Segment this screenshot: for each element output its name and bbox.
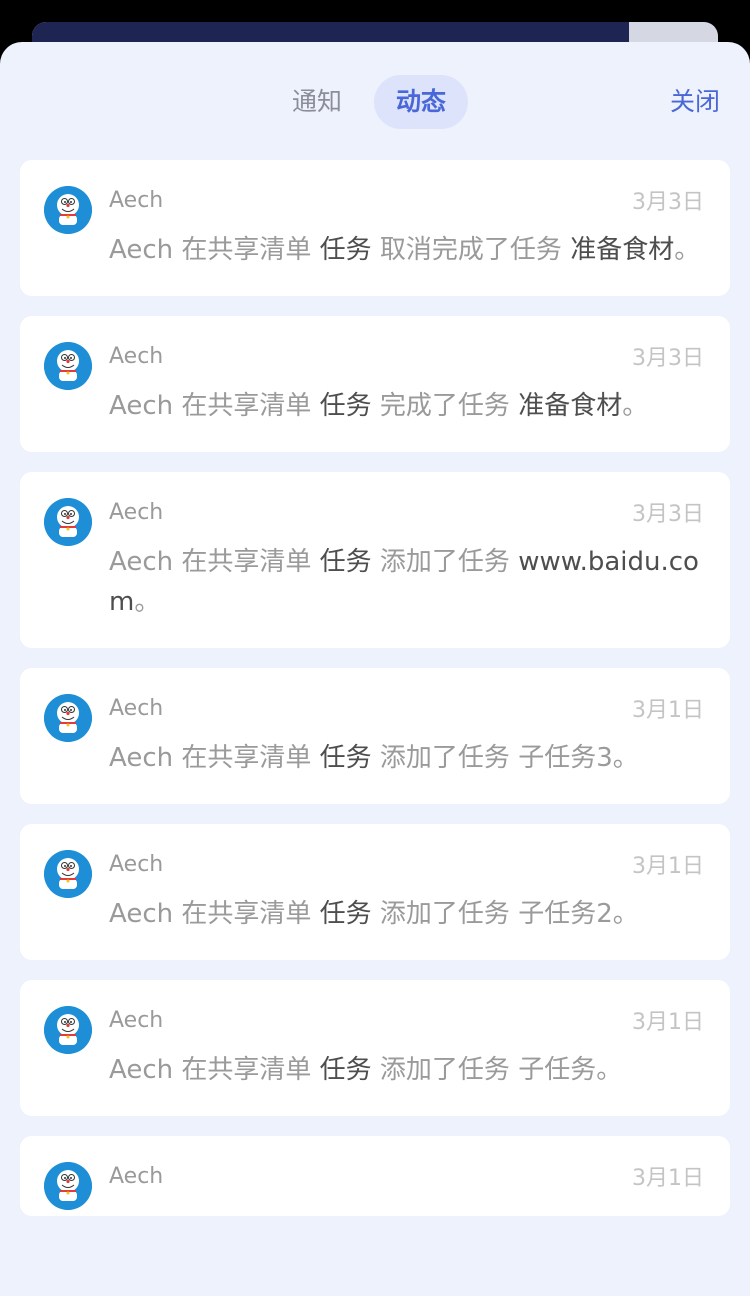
activity-message: Aech 在共享清单 任务 添加了任务 子任务。 xyxy=(109,1050,704,1090)
card-header-row: Aech 3月1日 xyxy=(109,1006,704,1036)
user-name: Aech xyxy=(109,1163,164,1189)
activity-card[interactable]: Aech 3月3日 Aech 在共享清单 任务 完成了任务 准备食材。 xyxy=(20,316,730,452)
activity-feed-list: Aech 3月3日 Aech 在共享清单 任务 取消完成了任务 准备食材。 Aech 3… xyxy=(20,160,730,1236)
card-header-row: Aech 3月3日 xyxy=(109,498,704,528)
user-name: Aech xyxy=(109,343,164,369)
activity-card[interactable]: Aech 3月1日 Aech 在共享清单 任务 添加了任务 子任务。 xyxy=(20,980,730,1116)
avatar xyxy=(44,1006,92,1054)
card-header-row: Aech 3月1日 xyxy=(109,850,704,880)
message-highlight: 任务 xyxy=(319,743,372,773)
message-text: 取消完成了任务 xyxy=(371,235,571,265)
user-name: Aech xyxy=(109,851,164,877)
activity-card[interactable]: Aech 3月1日 xyxy=(20,1136,730,1216)
message-text: 完成了任务 xyxy=(371,391,519,421)
message-text: Aech 在共享清单 xyxy=(109,391,320,421)
message-text: 子任务 xyxy=(518,1055,597,1085)
message-text: 。 xyxy=(612,899,639,929)
message-text: 。 xyxy=(674,235,701,265)
activity-date: 3月1日 xyxy=(632,1166,704,1191)
activity-date: 3月1日 xyxy=(632,1010,704,1035)
avatar xyxy=(44,1162,92,1210)
user-name: Aech xyxy=(109,499,164,525)
activity-message: Aech 在共享清单 任务 添加了任务 子任务3。 xyxy=(109,738,704,778)
message-text: 。 xyxy=(622,391,649,421)
activity-date: 3月1日 xyxy=(632,698,704,723)
message-text: 添加了任务 xyxy=(371,547,519,577)
avatar xyxy=(44,694,92,742)
message-highlight: 任务 xyxy=(319,1055,372,1085)
message-text: Aech 在共享清单 xyxy=(109,235,320,265)
message-text: 添加了任务 xyxy=(371,1055,519,1085)
message-text: 添加了任务 xyxy=(371,899,519,929)
message-text: Aech 在共享清单 xyxy=(109,899,320,929)
avatar xyxy=(44,186,92,234)
message-highlight: 任务 xyxy=(319,235,372,265)
message-text: 。 xyxy=(596,1055,623,1085)
card-header-row: Aech 3月1日 xyxy=(109,694,704,724)
avatar xyxy=(44,342,92,390)
activity-date: 3月3日 xyxy=(632,346,704,371)
card-header-row: Aech 3月1日 xyxy=(109,1162,704,1192)
activity-card[interactable]: Aech 3月1日 Aech 在共享清单 任务 添加了任务 子任务3。 xyxy=(20,668,730,804)
message-text: 。 xyxy=(612,743,639,773)
activity-message: Aech 在共享清单 任务 取消完成了任务 准备食材。 xyxy=(109,230,704,270)
avatar xyxy=(44,498,92,546)
activity-message: Aech 在共享清单 任务 完成了任务 准备食材。 xyxy=(109,386,704,426)
user-name: Aech xyxy=(109,187,164,213)
user-name: Aech xyxy=(109,695,164,721)
activity-date: 3月1日 xyxy=(632,854,704,879)
message-text: Aech 在共享清单 xyxy=(109,1055,320,1085)
activity-date: 3月3日 xyxy=(632,190,704,215)
message-text: 子任务2 xyxy=(518,899,613,929)
close-button[interactable]: 关闭 xyxy=(670,82,720,118)
message-text: Aech 在共享清单 xyxy=(109,743,320,773)
message-text: 添加了任务 xyxy=(371,743,519,773)
message-highlight: 任务 xyxy=(319,547,372,577)
card-header-row: Aech 3月3日 xyxy=(109,186,704,216)
card-header-row: Aech 3月3日 xyxy=(109,342,704,372)
message-highlight: 任务 xyxy=(319,899,372,929)
message-text: 子任务3 xyxy=(518,743,613,773)
activity-card[interactable]: Aech 3月3日 Aech 在共享清单 任务 添加了任务 www.baidu.co… xyxy=(20,472,730,648)
sheet-header: 通知 动态 关闭 xyxy=(0,42,750,160)
tab-activity[interactable]: 动态 xyxy=(374,75,469,129)
activity-message: Aech 在共享清单 任务 添加了任务 www.baidu.com。 xyxy=(109,542,704,622)
activity-card[interactable]: Aech 3月3日 Aech 在共享清单 任务 取消完成了任务 准备食材。 xyxy=(20,160,730,296)
message-text: Aech 在共享清单 xyxy=(109,547,320,577)
avatar xyxy=(44,850,92,898)
activity-date: 3月3日 xyxy=(632,502,704,527)
activity-message: Aech 在共享清单 任务 添加了任务 子任务2。 xyxy=(109,894,704,934)
activity-card[interactable]: Aech 3月1日 Aech 在共享清单 任务 添加了任务 子任务2。 xyxy=(20,824,730,960)
message-text: 。 xyxy=(134,587,161,617)
user-name: Aech xyxy=(109,1007,164,1033)
tab-bar: 通知 动态 xyxy=(270,75,478,129)
message-highlight: 任务 xyxy=(319,391,372,421)
activity-sheet: 通知 动态 关闭 Aech 3月3日 Aech 在共享清单 任务 取消完成了任务 准… xyxy=(0,42,750,1296)
tab-notifications[interactable]: 通知 xyxy=(270,75,364,129)
message-highlight: 准备食材 xyxy=(570,235,675,265)
message-highlight: 准备食材 xyxy=(518,391,623,421)
